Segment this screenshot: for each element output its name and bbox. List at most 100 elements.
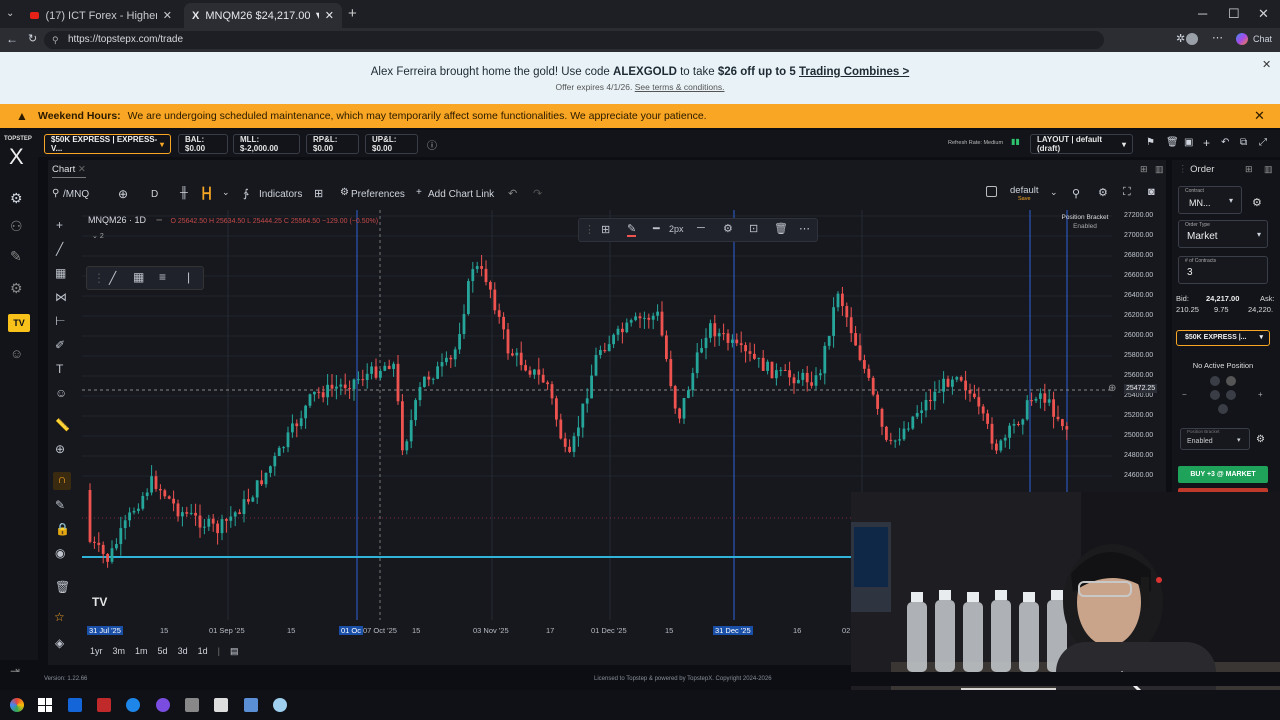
save-icon[interactable]: ▣ [1184,137,1193,148]
line-tool-icon[interactable]: ╱ [109,271,116,285]
info-icon[interactable]: ⓘ [427,137,437,152]
app-icon[interactable] [214,698,228,712]
people-icon[interactable]: ⚇ [10,218,23,235]
popout-icon[interactable]: ⧉ [1240,137,1247,148]
close-window-icon[interactable]: ✕ [1258,6,1269,22]
timeframe-3d[interactable]: 3d [178,646,188,660]
drag-handle-icon[interactable]: ⋮ [93,271,105,285]
gear-icon[interactable]: ⚙ [723,222,733,235]
redo-icon[interactable]: ↷ [533,187,542,200]
qty-15-button[interactable] [1218,404,1228,414]
layout-name[interactable]: default [1010,185,1039,196]
order-type-select[interactable]: Order Type Market ▾ [1178,220,1268,248]
symbol-search[interactable]: /MNQ [63,189,89,200]
fib-icon[interactable]: ▦ [55,266,66,280]
timeframe-1d[interactable]: 1d [198,646,208,660]
browser-tab[interactable]: (17) ICT Forex - Higher Time Fram ✕ [22,3,180,28]
minimize-icon[interactable]: ─ [1198,6,1207,21]
browser-tab-active[interactable]: X MNQM26 $24,217.00 ▼ -1.48% ✕ [184,3,342,28]
terms-link[interactable]: See terms & conditions. [635,82,725,92]
qty-5-button[interactable] [1210,390,1220,400]
reload-icon[interactable]: ↻ [28,32,37,45]
timeframe-3m[interactable]: 3m [113,646,126,660]
gear-icon[interactable]: ⚙ [1256,434,1265,445]
panel-menu-icon[interactable]: ▥ [1155,164,1164,175]
lines-tool-icon[interactable]: ≡ [159,270,166,284]
add-link-icon[interactable]: + [416,187,422,198]
app-icon[interactable] [244,698,258,712]
emoji-icon[interactable]: ☺ [55,386,67,400]
close-icon[interactable]: ✕ [163,9,172,22]
timeframe-1m[interactable]: 1m [135,646,148,660]
layout-save-link[interactable]: Save [1018,196,1031,202]
url-input[interactable]: ⚲ https://topstepx.com/trade [44,31,1104,49]
pencil-color-icon[interactable]: ✎ [627,222,637,237]
camera-icon[interactable]: ◙ [1148,186,1155,198]
add-panel-icon[interactable]: ⊞ [1140,164,1148,175]
undo-icon[interactable]: ↶ [508,187,517,200]
add-icon[interactable]: + [1203,136,1210,150]
panel-menu-icon[interactable]: ▥ [1264,164,1273,175]
app-icon[interactable] [97,698,111,712]
stroke-width[interactable]: 2px [669,224,684,234]
toolbar-icon[interactable]: ⚑ [1146,137,1155,148]
add-panel-icon[interactable]: ⊞ [1245,164,1253,175]
windows-icon[interactable] [38,698,52,712]
more-icon[interactable]: ⋯ [1212,31,1223,44]
timeframe-1yr[interactable]: 1yr [90,646,103,660]
chevron-down-icon[interactable]: ⌄ [1050,187,1058,198]
line-width-icon[interactable]: ━ [653,222,660,235]
qty-2-button[interactable] [1226,376,1236,386]
back-icon[interactable]: ← [6,32,18,46]
gear-icon[interactable]: ⚙ [340,187,349,198]
chevron-down-icon[interactable]: ⌄ [222,187,230,198]
tv-icon[interactable]: TV [8,314,30,332]
lock-icon[interactable]: 🔒 [55,522,70,536]
interval-button[interactable]: D [151,189,158,200]
zoom-icon[interactable]: ⚲ [1072,187,1080,200]
app-icon[interactable] [68,698,82,712]
projection-icon[interactable]: ⊢ [55,314,65,328]
brush-icon[interactable]: ✐ [55,338,65,352]
contracts-input[interactable]: # of Contracts 3 [1178,256,1268,284]
more-icon[interactable]: ⋯ [799,222,810,235]
add-alert-icon[interactable]: ⊕ [1108,383,1116,394]
lock-icon[interactable]: ⊡ [749,222,758,235]
pattern-icon[interactable]: ⋈ [55,290,67,304]
buy-market-button[interactable]: BUY +3 @ MARKET [1178,466,1268,483]
ruler-icon[interactable]: 📏 [55,418,70,432]
chrome-icon[interactable] [10,698,24,712]
app-icon[interactable] [273,698,287,712]
text-icon[interactable]: T [56,362,63,376]
drag-handle-icon[interactable]: ⋮ [584,223,595,236]
trash-icon[interactable]: 🗑 [774,222,788,235]
avatar[interactable] [1186,33,1198,45]
close-icon[interactable]: ✕ [325,9,334,22]
crosshair-icon[interactable]: + [56,218,63,232]
order-tab[interactable]: ⋮ Order [1178,164,1214,175]
star-icon[interactable]: ☆ [54,610,65,624]
templates-icon[interactable]: ⊞ [314,187,323,200]
chart-tab[interactable]: Chart ✕ [52,164,86,178]
zoom-in-icon[interactable]: ⊕ [55,442,65,456]
copilot-icon[interactable] [1236,33,1248,45]
trendline-icon[interactable]: ╱ [56,242,63,256]
refresh-rate[interactable]: Refresh Rate: Medium [948,140,1003,146]
account-select[interactable]: $50K EXPRESS | EXPRESS-V... ▾ [44,134,171,154]
fullscreen-icon[interactable]: ⤢ [1259,137,1267,148]
calendar-icon[interactable]: ▤ [230,646,239,660]
chart-tools-icon[interactable]: ✎ [10,248,22,265]
fullscreen-icon[interactable]: ⛶ [1123,186,1131,199]
vertical-line-icon[interactable]: | [187,270,190,284]
magnet-icon[interactable]: ∩ [53,472,71,490]
eye-icon[interactable]: ◉ [55,546,65,560]
template-icon[interactable]: ⊞ [601,223,610,236]
qty-10-button[interactable] [1226,390,1236,400]
add-chart-link-button[interactable]: Add Chart Link [428,189,494,200]
legend-collapse[interactable]: ⌄ 2 [92,232,104,240]
trade-icon[interactable]: ⚙ [10,190,23,207]
app-icon[interactable] [185,698,199,712]
date-axis[interactable]: 31 Jul '25 15 01 Sep '25 15 01 Oc 07 Oct '25 1… [82,624,852,638]
lock-draw-icon[interactable]: ✎ [55,498,65,512]
layout-select[interactable]: LAYOUT | default (draft) ▾ [1030,134,1133,154]
